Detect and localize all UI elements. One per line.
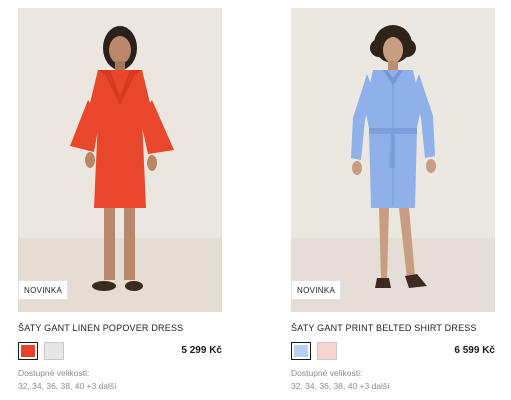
- color-swatch-pink[interactable]: [317, 342, 337, 360]
- product-price: 5 299 Kč: [181, 345, 222, 356]
- sizes-label: Dostupné velikosti:: [291, 368, 363, 378]
- color-price-row: 5 299 Kč: [18, 342, 222, 362]
- product-photo-red-dress: [18, 8, 222, 312]
- product-card[interactable]: NOVINKA ŠATY GANT PRINT BELTED SHIRT DRE…: [291, 8, 495, 391]
- color-swatch-red[interactable]: [18, 342, 38, 360]
- color-swatch-fill: [21, 345, 35, 357]
- color-swatch-fill: [45, 343, 63, 359]
- new-badge: NOVINKA: [291, 280, 342, 300]
- product-photo-blue-dress: [291, 8, 495, 312]
- product-title[interactable]: ŠATY GANT PRINT BELTED SHIRT DRESS: [291, 323, 495, 333]
- color-swatch-light-blue[interactable]: [291, 342, 311, 360]
- product-card[interactable]: NOVINKA ŠATY GANT LINEN POPOVER DRESS 5 …: [18, 8, 222, 391]
- sizes-label: Dostupné velikosti:: [18, 368, 90, 378]
- new-badge: NOVINKA: [18, 280, 69, 300]
- sizes-list: 32, 34, 36, 38, 40 +3 další: [18, 381, 117, 391]
- color-swatch-light-grey[interactable]: [44, 342, 64, 360]
- product-title[interactable]: ŠATY GANT LINEN POPOVER DRESS: [18, 323, 222, 333]
- sizes-list: 32, 34, 36, 38, 40 +3 další: [291, 381, 390, 391]
- color-swatch-fill: [294, 345, 308, 357]
- product-price: 6 599 Kč: [454, 345, 495, 356]
- product-image[interactable]: NOVINKA: [18, 8, 222, 312]
- color-swatch-fill: [318, 343, 336, 359]
- product-image[interactable]: NOVINKA: [291, 8, 495, 312]
- color-price-row: 6 599 Kč: [291, 342, 495, 362]
